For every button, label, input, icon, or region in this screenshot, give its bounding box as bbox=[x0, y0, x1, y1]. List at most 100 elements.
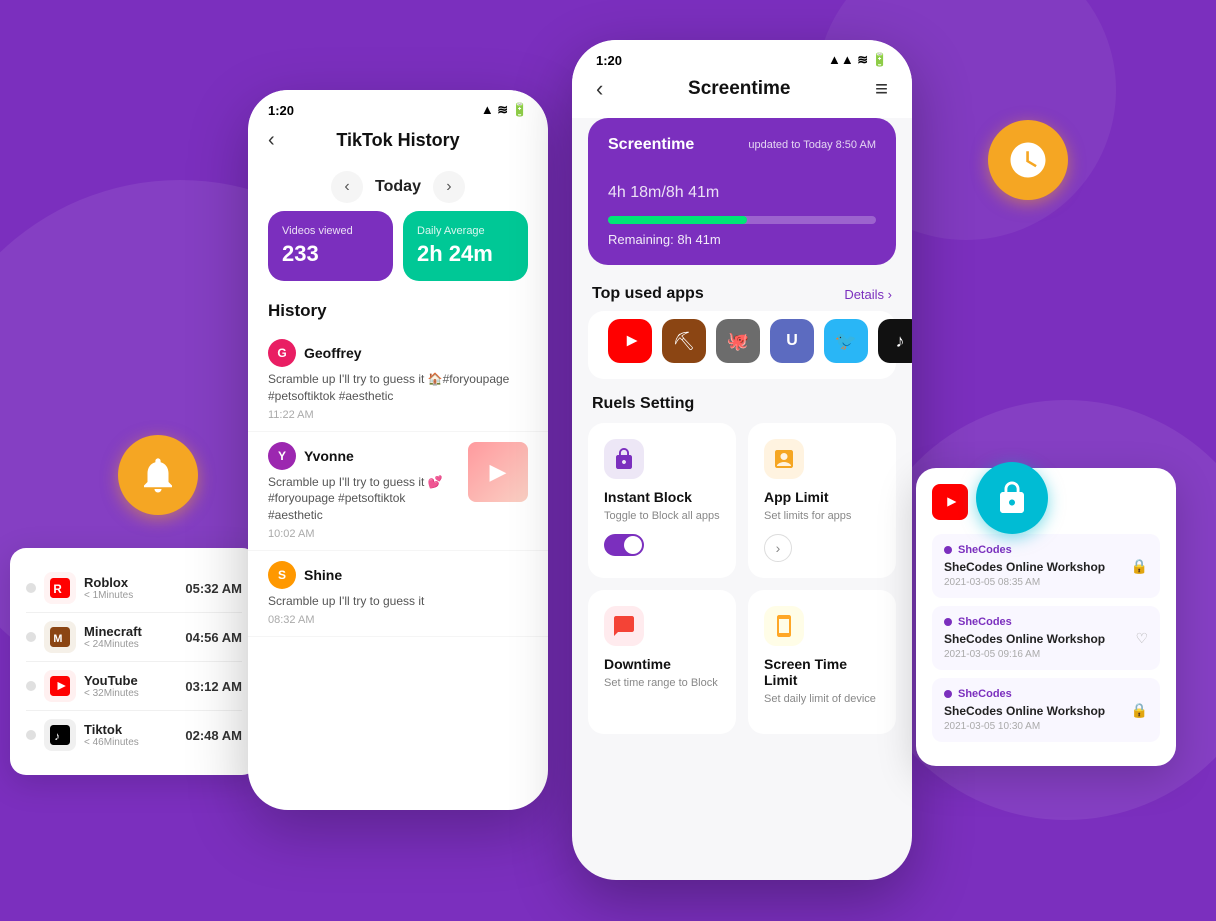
screen-time-icon bbox=[764, 606, 804, 646]
phone1-nav: ‹ Today › bbox=[248, 163, 548, 211]
app-icon-3[interactable]: 🐙 bbox=[716, 319, 760, 363]
history-user-1: Y Yvonne bbox=[268, 442, 460, 470]
history-thumb-1: ▶ bbox=[468, 442, 528, 502]
yt-item-2-content: SheCodes SheCodes Online Workshop 2021-0… bbox=[944, 688, 1131, 732]
stat-box-videos: Videos viewed 233 bbox=[268, 211, 393, 281]
downtime-name: Downtime bbox=[604, 656, 720, 672]
stat-avg-value: 2h 24m bbox=[417, 241, 514, 267]
brand-name-2: SheCodes bbox=[958, 688, 1012, 700]
sc-progress-fill bbox=[608, 216, 747, 224]
top-apps-details[interactable]: Details › bbox=[844, 287, 892, 302]
tiktok-icon: ♪ bbox=[44, 719, 76, 751]
downtime-icon bbox=[604, 606, 644, 646]
stats-row-youtube: YouTube < 32Minutes 03:12 AM bbox=[26, 662, 242, 711]
screentime-card: Screentime updated to Today 8:50 AM 4h 1… bbox=[588, 118, 896, 265]
youtube-time: 03:12 AM bbox=[185, 679, 242, 694]
yt-action-lock-0[interactable]: 🔒 bbox=[1131, 558, 1148, 575]
svg-text:R: R bbox=[53, 583, 62, 596]
yt-item-1-top: SheCodes SheCodes Online Workshop 2021-0… bbox=[944, 616, 1148, 660]
app-icon-4[interactable]: U bbox=[770, 319, 814, 363]
youtube-name: YouTube bbox=[84, 673, 185, 688]
yt-item-0-content: SheCodes SheCodes Online Workshop 2021-0… bbox=[944, 544, 1131, 588]
phone1-title: TikTok History bbox=[336, 130, 459, 151]
tiktok-info: Tiktok < 46Minutes bbox=[84, 722, 185, 748]
sc-time-main: 4h 18m bbox=[608, 184, 661, 201]
bell-badge bbox=[118, 435, 198, 515]
sc-time: 4h 18m/8h 41m bbox=[608, 164, 876, 206]
history-time-1: 10:02 AM bbox=[268, 528, 528, 540]
phone1-stats: Videos viewed 233 Daily Average 2h 24m bbox=[248, 211, 548, 293]
youtube-info: YouTube < 32Minutes bbox=[84, 673, 185, 699]
instant-block-toggle[interactable] bbox=[604, 534, 644, 556]
sc-updated: updated to Today 8:50 AM bbox=[748, 139, 876, 151]
history-item-2: S Shine Scramble up I'll try to guess it… bbox=[248, 551, 548, 637]
stats-dot bbox=[26, 681, 36, 691]
stats-row-minecraft: M Minecraft < 24Minutes 04:56 AM bbox=[26, 613, 242, 662]
phone2-title: Screentime bbox=[688, 78, 790, 100]
sc-title: Screentime bbox=[608, 136, 694, 154]
roblox-sub: < 1Minutes bbox=[84, 590, 185, 601]
youtube-card: Youtube SheCodes SheCodes Online Worksho… bbox=[916, 468, 1176, 766]
yt-action-heart-1[interactable]: ♡ bbox=[1135, 630, 1148, 647]
youtube-icon-small bbox=[44, 670, 76, 702]
sc-progress-bg bbox=[608, 216, 876, 224]
phone1-next-btn[interactable]: › bbox=[433, 171, 465, 203]
app-limit-icon bbox=[764, 439, 804, 479]
app-icon-youtube[interactable] bbox=[608, 319, 652, 363]
history-user-0: G Geoffrey bbox=[268, 339, 528, 367]
phone1-back-btn[interactable]: ‹ bbox=[268, 129, 275, 152]
yt-item-0: SheCodes SheCodes Online Workshop 2021-0… bbox=[932, 534, 1160, 598]
app-icon-minecraft[interactable]: ⛏ bbox=[662, 319, 706, 363]
app-limit-arrow[interactable]: › bbox=[764, 534, 792, 562]
yt-brand-row-0: SheCodes bbox=[944, 544, 1131, 556]
phone1-tiktok: 1:20 ▲ ≋ 🔋 ‹ TikTok History ‹ Today › Vi… bbox=[248, 90, 548, 810]
yt-date-0: 2021-03-05 08:35 AM bbox=[944, 577, 1131, 588]
top-apps-label: Top used apps bbox=[592, 285, 704, 303]
roblox-icon: R bbox=[44, 572, 76, 604]
phone2-status-bar: 1:20 ▲▲ ≋ 🔋 bbox=[572, 40, 912, 68]
yt-action-lock-2[interactable]: 🔒 bbox=[1131, 702, 1148, 719]
yt-item-1-content: SheCodes SheCodes Online Workshop 2021-0… bbox=[944, 616, 1135, 660]
yt-date-1: 2021-03-05 09:16 AM bbox=[944, 649, 1135, 660]
phone1-status-bar: 1:20 ▲ ≋ 🔋 bbox=[248, 90, 548, 122]
stats-dot bbox=[26, 730, 36, 740]
yt-date-2: 2021-03-05 10:30 AM bbox=[944, 721, 1131, 732]
avatar-shine: S bbox=[268, 561, 296, 589]
history-label: History bbox=[248, 293, 548, 329]
yt-item-0-top: SheCodes SheCodes Online Workshop 2021-0… bbox=[944, 544, 1148, 588]
minecraft-name: Minecraft bbox=[84, 624, 185, 639]
minecraft-time: 04:56 AM bbox=[185, 630, 242, 645]
stat-box-average: Daily Average 2h 24m bbox=[403, 211, 528, 281]
app-icon-tiktok[interactable]: ♪ bbox=[878, 319, 912, 363]
phone1-prev-btn[interactable]: ‹ bbox=[331, 171, 363, 203]
sc-remaining: Remaining: 8h 41m bbox=[608, 232, 876, 247]
rules-grid: Instant Block Toggle to Block all apps A… bbox=[572, 423, 912, 734]
avatar-yvonne: Y bbox=[268, 442, 296, 470]
screen-time-desc: Set daily limit of device bbox=[764, 692, 880, 707]
yt-brand-row-2: SheCodes bbox=[944, 688, 1131, 700]
stats-card: R Roblox < 1Minutes 05:32 AM M Minecraft… bbox=[10, 548, 258, 775]
rule-card-app-limit: App Limit Set limits for apps › bbox=[748, 423, 896, 578]
rule-card-instant-block: Instant Block Toggle to Block all apps bbox=[588, 423, 736, 578]
youtube-sub: < 32Minutes bbox=[84, 688, 185, 699]
stats-row-tiktok: ♪ Tiktok < 46Minutes 02:48 AM bbox=[26, 711, 242, 759]
tiktok-time: 02:48 AM bbox=[185, 728, 242, 743]
svg-text:♪: ♪ bbox=[54, 730, 60, 743]
roblox-info: Roblox < 1Minutes bbox=[84, 575, 185, 601]
phone2-back-btn[interactable]: ‹ bbox=[596, 76, 603, 102]
brand-dot-2 bbox=[944, 690, 952, 698]
phone2-menu-btn[interactable]: ≡ bbox=[875, 76, 888, 102]
top-apps-header: Top used apps Details › bbox=[572, 277, 912, 311]
username-geoffrey: Geoffrey bbox=[304, 345, 362, 361]
phone2-time: 1:20 bbox=[596, 53, 622, 68]
instant-block-icon bbox=[604, 439, 644, 479]
app-icon-5[interactable]: 🐦 bbox=[824, 319, 868, 363]
minecraft-sub: < 24Minutes bbox=[84, 639, 185, 650]
yt-brand-row-1: SheCodes bbox=[944, 616, 1135, 628]
history-text-0: Scramble up I'll try to guess it 🏠#foryo… bbox=[268, 371, 528, 405]
svg-text:M: M bbox=[53, 633, 62, 645]
tiktok-sub: < 46Minutes bbox=[84, 737, 185, 748]
yt-title-0: SheCodes Online Workshop bbox=[944, 560, 1131, 574]
phone2-icons: ▲▲ ≋ 🔋 bbox=[828, 52, 888, 68]
history-time-2: 08:32 AM bbox=[268, 614, 528, 626]
